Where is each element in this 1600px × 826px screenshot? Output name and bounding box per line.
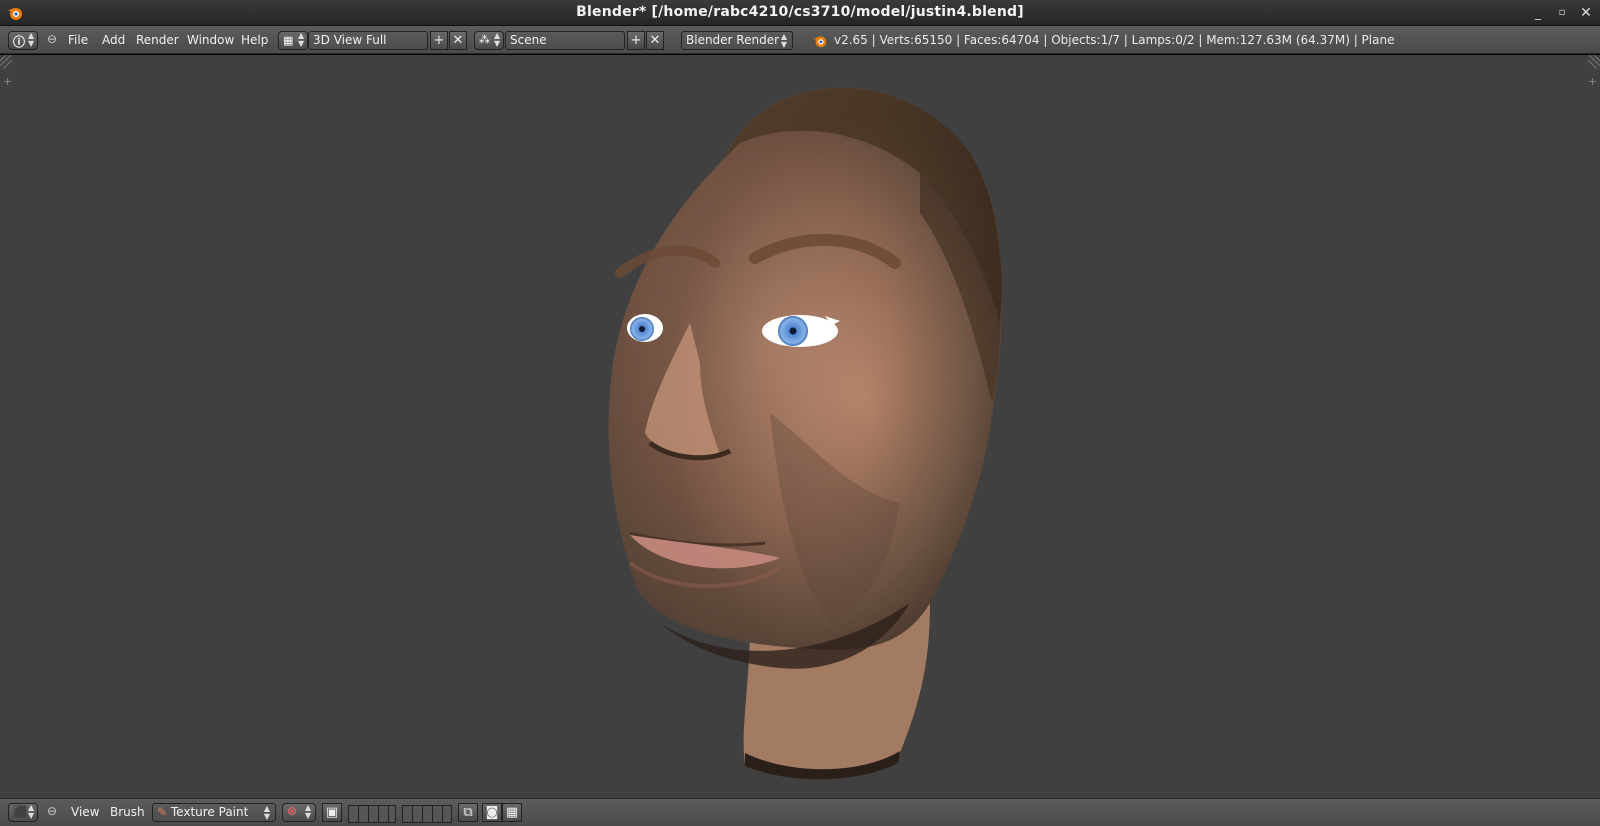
chevron-updown-icon: ▲ ▼ [298,31,305,48]
menu-view[interactable]: View [71,805,99,819]
chevron-updown-icon: ▲ ▼ [494,31,501,48]
scene-icon: ⁂ [479,33,490,46]
window-title: Blender* [/home/rabc4210/cs3710/model/ju… [576,4,1024,20]
render-engine-label: Blender Render [686,33,780,47]
3d-view-icon: ⬛ [13,805,28,819]
camera-render-icon[interactable]: ◙ [482,803,502,822]
maximize-icon[interactable]: ▫ [1552,3,1572,23]
head-mesh-model[interactable] [600,63,1020,783]
layer-buttons-group-1[interactable] [348,805,396,823]
menu-file[interactable]: File [68,33,88,47]
viewport-shading-selector[interactable]: ⊗ ▲ ▼ [282,803,316,822]
add-scene-icon[interactable]: + [627,31,645,50]
toolshelf-toggle-icon[interactable]: + [3,75,12,88]
delete-screen-icon[interactable]: ✕ [449,31,467,50]
chevron-updown-icon: ▲ ▼ [780,32,787,49]
chevron-updown-icon: ▲ ▼ [28,803,35,820]
info-icon: ⓘ [13,35,26,49]
menu-window[interactable]: Window [187,33,234,47]
render-engine-dropdown[interactable]: Blender Render ▲ ▼ [681,31,793,50]
scene-name-field[interactable]: Scene [505,31,625,50]
properties-toggle-icon[interactable]: + [1588,75,1597,88]
mode-dropdown[interactable]: ✎ Texture Paint ▲ ▼ [152,803,276,822]
layer-buttons-group-2[interactable] [402,805,452,823]
area-split-handle-left[interactable] [0,55,12,69]
minimize-icon[interactable]: _ [1528,3,1548,23]
texture-paint-icon: ✎ [157,805,168,819]
screen-layout-selector[interactable]: ▦ ▲ ▼ [278,31,308,50]
title-bar: Blender* [/home/rabc4210/cs3710/model/ju… [0,0,1600,26]
mode-label: Texture Paint [170,805,249,819]
chevron-updown-icon: ▲ ▼ [263,804,270,821]
info-header: ⓘ ▲ ▼ ⊖ File Add Render Window Help ▦ ▲ ▼ … [0,26,1600,54]
collapse-menu-icon[interactable]: ⊖ [47,804,57,818]
scene-stats: v2.65 | Verts:65150 | Faces:64704 | Obje… [834,33,1395,47]
blender-logo-icon [812,36,827,48]
area-split-handle-right[interactable] [1588,55,1600,69]
add-screen-icon[interactable]: + [430,31,448,50]
3d-view-header: ⬛ ▲ ▼ ⊖ View Brush ✎ Texture Paint ▲ ▼ ⊗ ▲… [0,798,1600,826]
menu-help[interactable]: Help [241,33,268,47]
animation-render-icon[interactable]: ▦ [502,803,522,822]
layout-icon: ▦ [283,34,294,47]
shading-icon: ⊗ [287,804,298,818]
3d-viewport[interactable]: + + [0,55,1600,798]
menu-add[interactable]: Add [102,33,125,47]
render-preview-icon[interactable]: ⧉ [458,803,478,822]
close-icon[interactable]: ✕ [1576,3,1596,23]
delete-scene-icon[interactable]: ✕ [646,31,664,50]
texture-mask-icon[interactable]: ▣ [322,803,342,822]
menu-render[interactable]: Render [136,33,179,47]
collapse-menu-icon[interactable]: ⊖ [47,32,57,46]
screen-layout-name-field[interactable]: 3D View Full [308,31,428,50]
editor-type-selector-bottom[interactable]: ⬛ ▲ ▼ [8,803,38,822]
scene-selector[interactable]: ⁂ ▲ ▼ [474,31,504,50]
editor-type-selector[interactable]: ⓘ ▲ ▼ [8,31,38,50]
menu-brush[interactable]: Brush [110,805,145,819]
chevron-updown-icon: ▲ ▼ [305,803,312,820]
chevron-updown-icon: ▲ ▼ [28,31,35,48]
